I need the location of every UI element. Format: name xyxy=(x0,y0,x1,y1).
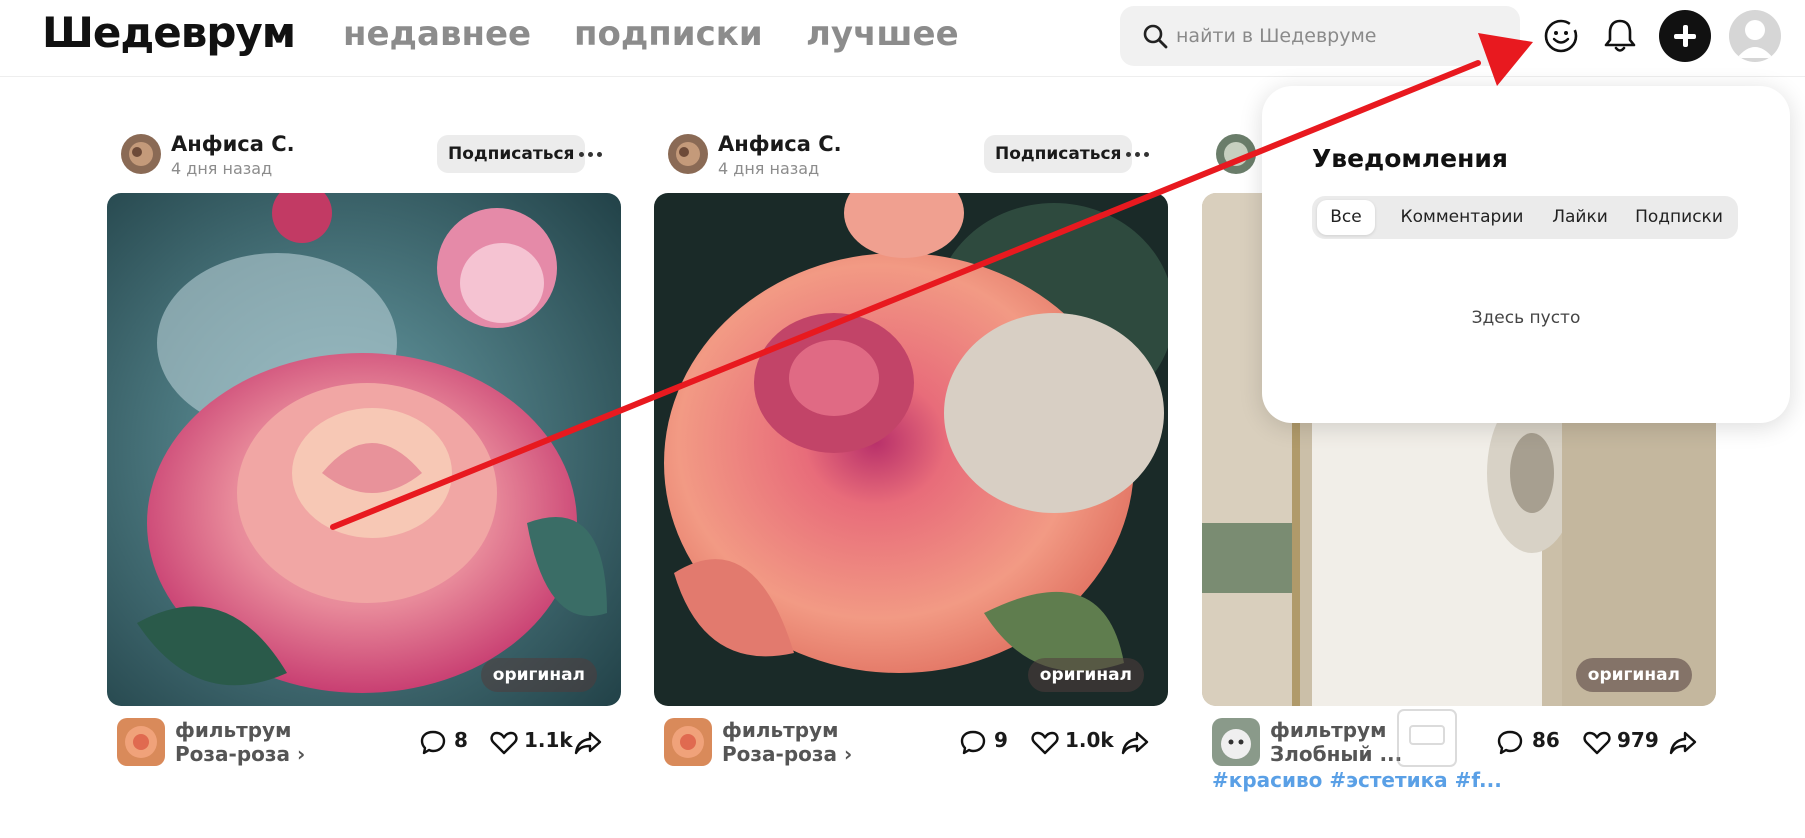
comment-icon[interactable] xyxy=(959,729,987,755)
author-name[interactable]: Анфиса С. xyxy=(718,132,842,156)
like-count: 1.1k xyxy=(524,728,573,752)
more-icon[interactable] xyxy=(1126,152,1150,158)
post-card: Анфиса С. 4 дня назад Подписаться оригин… xyxy=(107,126,621,806)
search-placeholder: найти в Шедевруме xyxy=(1176,25,1377,47)
create-button[interactable] xyxy=(1659,10,1711,62)
more-icon[interactable] xyxy=(579,152,603,158)
top-header: Шедеврум недавнее подписки лучшее найти … xyxy=(0,0,1805,77)
author-name[interactable]: Анфиса С. xyxy=(171,132,295,156)
logo[interactable]: Шедеврум xyxy=(42,8,296,57)
author-avatar[interactable] xyxy=(121,134,161,174)
post-time: 4 дня назад xyxy=(718,159,820,178)
author-avatar[interactable] xyxy=(1216,134,1256,174)
search-input[interactable]: найти в Шедевруме xyxy=(1120,6,1520,66)
filter-thumbnail[interactable] xyxy=(1212,718,1260,766)
tab-subscriptions[interactable]: подписки xyxy=(574,14,763,54)
original-badge[interactable]: оригинал xyxy=(1027,658,1144,692)
tab-subscriptions-notify[interactable]: Подписки xyxy=(1622,200,1736,235)
filter-link[interactable]: Роза-роза › xyxy=(722,742,852,766)
notifications-popover: Уведомления Все Комментарии Лайки Подпис… xyxy=(1262,86,1790,423)
post-time: 4 дня назад xyxy=(171,159,273,178)
filter-label: фильтрум xyxy=(175,718,292,742)
tab-likes[interactable]: Лайки xyxy=(1544,200,1616,235)
search-icon xyxy=(1143,24,1168,49)
tab-all[interactable]: Все xyxy=(1317,200,1375,235)
original-badge[interactable]: оригинал xyxy=(480,658,597,692)
tab-best[interactable]: лучшее xyxy=(806,14,959,54)
comment-count: 9 xyxy=(994,728,1008,752)
hashtags[interactable]: #красиво #эстетика #f... xyxy=(1212,768,1502,792)
original-badge[interactable]: оригинал xyxy=(1575,658,1692,692)
subscribe-button[interactable]: Подписаться xyxy=(437,135,586,173)
heart-icon[interactable] xyxy=(1031,730,1059,755)
post-image[interactable]: оригинал xyxy=(107,193,621,706)
share-icon[interactable] xyxy=(1120,730,1150,756)
bell-icon[interactable] xyxy=(1603,17,1637,55)
like-count: 1.0k xyxy=(1065,728,1114,752)
filter-thumbnail[interactable] xyxy=(664,718,712,766)
notifications-title: Уведомления xyxy=(1312,144,1508,173)
filter-link[interactable]: Роза-роза › xyxy=(175,742,305,766)
comment-count: 8 xyxy=(454,728,468,752)
smile-icon[interactable] xyxy=(1542,17,1580,55)
filter-label: фильтрум xyxy=(1270,718,1387,742)
comment-icon[interactable] xyxy=(419,729,447,755)
notifications-tabs: Все Комментарии Лайки Подписки xyxy=(1312,196,1738,239)
post-image[interactable]: оригинал xyxy=(654,193,1168,706)
user-silhouette-icon xyxy=(1737,20,1773,58)
watermark-logo xyxy=(1397,709,1457,767)
share-icon[interactable] xyxy=(573,730,603,756)
tab-comments[interactable]: Комментарии xyxy=(1386,200,1538,235)
tab-recent[interactable]: недавнее xyxy=(343,14,531,54)
empty-state-text: Здесь пусто xyxy=(1471,308,1581,328)
heart-icon[interactable] xyxy=(490,730,518,755)
post-card: Анфиса С. 4 дня назад Подписаться оригин… xyxy=(654,126,1168,806)
subscribe-button[interactable]: Подписаться xyxy=(984,135,1133,173)
filter-label: фильтрум xyxy=(722,718,839,742)
user-avatar[interactable] xyxy=(1729,10,1781,62)
filter-link[interactable]: Злобный ... xyxy=(1270,742,1402,766)
filter-thumbnail[interactable] xyxy=(117,718,165,766)
author-avatar[interactable] xyxy=(668,134,708,174)
